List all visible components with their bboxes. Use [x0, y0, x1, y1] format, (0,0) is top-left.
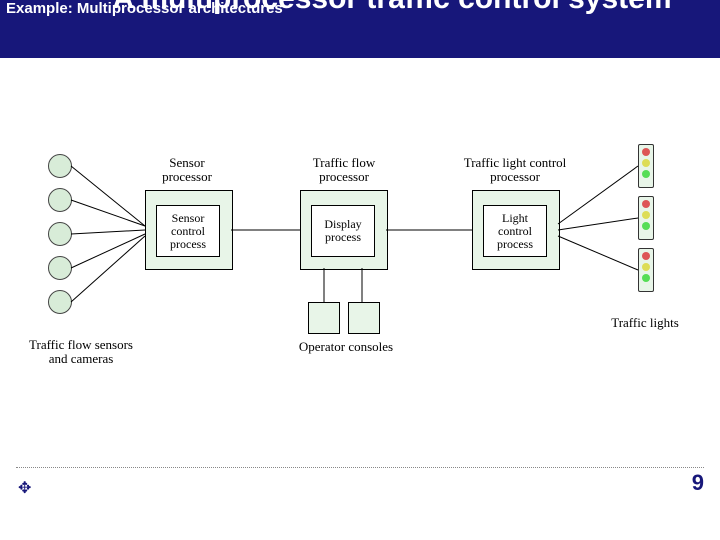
light-process-inner: Light control process	[483, 205, 547, 257]
crosshair-icon: ✥	[18, 478, 31, 498]
footer-rule	[16, 467, 704, 468]
console-box-2	[348, 302, 380, 334]
console-box-1	[308, 302, 340, 334]
sensor-circle-3	[48, 222, 72, 246]
traffic-light-3	[638, 248, 654, 292]
sensor-circle-2	[48, 188, 72, 212]
traffic-light-2	[638, 196, 654, 240]
label-sensors: Traffic flow sensorsand cameras	[16, 338, 146, 366]
diagram-wires	[0, 58, 720, 500]
sensor-circle-5	[48, 290, 72, 314]
sensor-processor-box: Sensor control process	[145, 190, 233, 270]
label-traffic-lights: Traffic lights	[600, 316, 690, 330]
label-consoles: Operator consoles	[286, 340, 406, 354]
title-banner: Example: Multiprocessor architectures A …	[0, 0, 720, 58]
flow-processor-box: Display process	[300, 190, 388, 270]
sensor-circle-1	[48, 154, 72, 178]
traffic-light-1	[638, 144, 654, 188]
label-sensor-processor: Sensorprocessor	[142, 156, 232, 184]
label-light-processor: Traffic light controlprocessor	[445, 156, 585, 184]
label-flow-processor: Traffic flowprocessor	[296, 156, 392, 184]
flow-process-inner: Display process	[311, 205, 375, 257]
banner-title: A multiprocessor traffic control system	[92, 0, 692, 16]
sensor-circle-4	[48, 256, 72, 280]
light-processor-box: Light control process	[472, 190, 560, 270]
diagram-stage: Sensorprocessor Traffic flowprocessor Tr…	[0, 58, 720, 500]
sensor-process-inner: Sensor control process	[156, 205, 220, 257]
page-number: 9	[692, 470, 704, 496]
